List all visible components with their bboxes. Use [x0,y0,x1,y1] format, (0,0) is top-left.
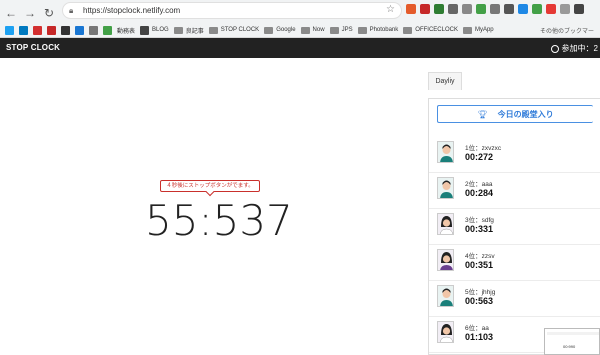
extension-icon[interactable] [476,4,486,14]
thumbnail-text: 00:990 [563,344,576,349]
thumbnail-bar [547,332,599,335]
extension-icon[interactable] [532,4,542,14]
browser-chrome: ← → ↻ ⌂ 🔒︎ https://stopclock.netlify.com… [0,0,600,38]
leaderboard-row: 5位：jhhjg 00:563 [429,281,600,317]
extension-icon[interactable] [490,4,500,14]
address-bar[interactable]: 🔒︎ https://stopclock.netlify.com ☆ [62,2,402,19]
rank-name: 2位：aaa [465,181,493,188]
avatar [437,177,454,199]
rank-time: 00:284 [465,188,494,198]
bookmark-folder[interactable]: OFFICECLOCK [403,26,458,34]
app-header: STOP CLOCK 参加中：2 [0,38,600,58]
extension-icon[interactable] [546,4,556,14]
forward-icon[interactable]: → [22,5,38,21]
avatar [437,321,454,343]
tab-daily[interactable]: Dayliy [428,72,462,90]
extension-icon[interactable] [448,4,458,14]
app-brand[interactable]: STOP CLOCK [6,43,60,52]
extension-icon[interactable] [518,4,528,14]
bookmark-folder[interactable]: MyApp [462,26,494,34]
avatar [437,249,454,271]
extension-icon[interactable] [434,4,444,14]
bookmark-star-icon[interactable]: ☆ [386,4,395,15]
bookmark-app-icon[interactable] [47,25,56,35]
stop-hint-tooltip: ４秒後にストップボタンがでます。 [160,180,260,192]
bookmark-app-icon[interactable] [33,25,42,35]
rank-time: 00:351 [465,260,494,270]
reload-icon[interactable]: ↻ [41,5,57,21]
rank-name: 6位：aa [465,325,489,332]
bookmark-folder[interactable]: JPS [329,26,353,34]
rank-name: 4位：zzsv [465,253,495,260]
bookmark-app-icon[interactable] [103,25,112,35]
leaderboard-panel: 🏆︎ 今日の殿堂入り 1位：zxvzxc 00:272 2位：aaa 00:28… [428,98,600,355]
back-icon[interactable]: ← [3,5,19,21]
rank-name: 3位：sdfg [465,217,494,224]
trophy-icon: 🏆︎ [477,109,488,119]
lock-icon: 🔒︎ [69,5,74,15]
extension-icon[interactable] [504,4,514,14]
bookmark-folder[interactable]: Google [264,26,296,34]
bookmark-app-icon[interactable] [75,25,84,35]
stopwatch-time: 55:537 [145,196,293,245]
extension-icons [406,4,584,14]
leaderboard-header: 🏆︎ 今日の殿堂入り [437,105,593,123]
rank-time: 00:563 [465,296,494,306]
bookmark-app-icon[interactable] [5,25,14,35]
extension-icon[interactable] [406,4,416,14]
rank-time: 00:272 [465,152,494,162]
online-ring-icon [550,44,559,53]
bookmark-app-icon[interactable] [19,25,28,35]
online-label: 参加中：2 [561,44,598,53]
leaderboard-row: 4位：zzsv 00:351 [429,245,600,281]
bookmark-item[interactable]: BLOG [140,25,169,35]
leaderboard-row: 1位：zxvzxc 00:272 [429,137,600,173]
bookmark-app-icon[interactable] [61,25,70,35]
extension-icon[interactable] [560,4,570,14]
bookmark-folder[interactable]: Now [300,26,325,34]
rank-time: 00:331 [465,224,494,234]
bookmarks-bar: 動務表 BLOG 良記事 STOP CLOCK Google Now JPS P… [0,23,600,37]
other-bookmarks[interactable]: その他のブックマー [540,26,594,35]
online-count: 参加中：2 [550,43,598,54]
leaderboard-row: 3位：sdfg 00:331 [429,209,600,245]
extension-icon[interactable] [462,4,472,14]
bookmark-folder[interactable]: 良記事 [173,26,204,35]
screenshot-thumbnail[interactable]: 00:990 [544,328,600,355]
rank-name: 5位：jhhjg [465,289,496,296]
extension-icon[interactable] [574,4,584,14]
bookmark-item[interactable]: 動務表 [117,26,135,35]
rank-name: 1位：zxvzxc [465,145,502,152]
leaderboard-title: 今日の殿堂入り [497,109,554,119]
extension-icon[interactable] [420,4,430,14]
rank-time: 01:103 [465,332,494,342]
avatar [437,213,454,235]
bookmark-folder[interactable]: Photobank [357,26,398,34]
avatar [437,141,454,163]
leaderboard-row: 2位：aaa 00:284 [429,173,600,209]
bookmark-app-icon[interactable] [89,25,98,35]
bookmark-folder[interactable]: STOP CLOCK [208,26,259,34]
url-text: https://stopclock.netlify.com [83,6,181,15]
avatar [437,285,454,307]
